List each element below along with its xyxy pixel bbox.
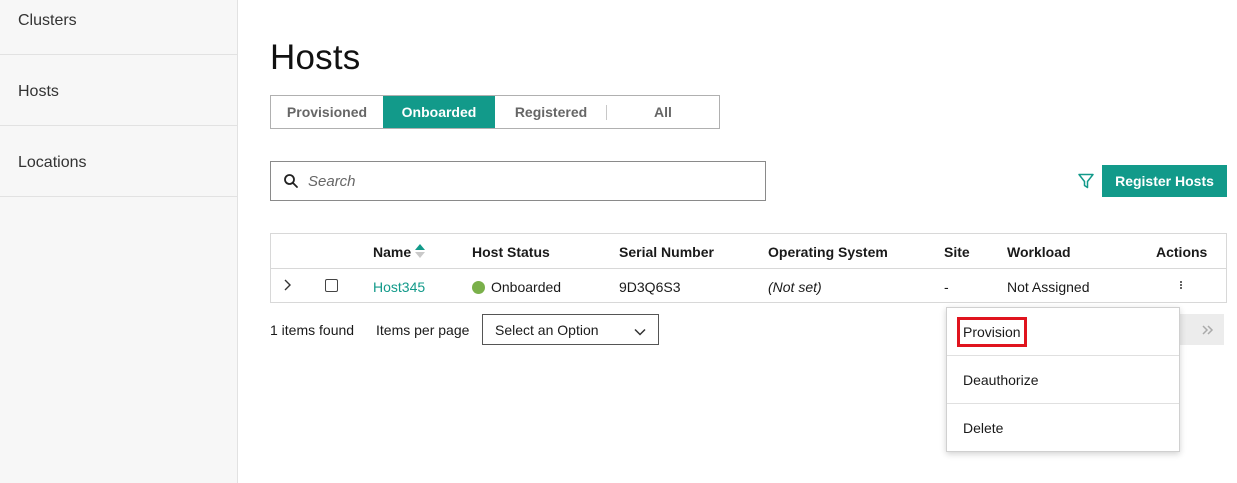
status-text: Onboarded [491,279,562,295]
sidebar-item-hosts[interactable]: Hosts [0,55,237,126]
menu-item-label: Delete [963,420,1004,436]
sidebar-item-label: Clusters [18,12,77,29]
double-chevron-right-icon [1202,324,1214,335]
tab-provisioned[interactable]: Provisioned [271,96,383,128]
column-header-actions: Actions [1156,244,1208,260]
search-icon [283,172,301,190]
sidebar-item-clusters[interactable]: Clusters [0,0,237,55]
items-per-page-label: Items per page [376,322,470,338]
tab-all[interactable]: All [607,96,719,128]
chevron-right-icon[interactable] [283,278,295,292]
sidebar-item-locations[interactable]: Locations [0,126,237,197]
sidebar: Clusters Hosts Locations [0,0,238,483]
sort-ascending-icon[interactable] [414,243,426,259]
tab-onboarded[interactable]: Onboarded [383,96,495,128]
site-cell: - [944,279,949,295]
tab-label: Registered [514,104,588,120]
menu-item-provision[interactable]: Provision [947,308,1179,356]
last-page-button[interactable] [1192,314,1224,345]
serial-number-cell: 9D3Q6S3 [619,279,681,295]
tab-registered[interactable]: Registered [495,96,607,128]
items-found-text: 1 items found [270,322,355,338]
sidebar-item-label: Locations [18,154,87,171]
column-header-site[interactable]: Site [944,244,970,260]
row-actions-menu: Provision Deauthorize Delete [946,307,1180,452]
page-title: Hosts [270,38,361,77]
items-per-page-select[interactable]: Select an Option [482,314,659,345]
host-name-link[interactable]: Host345 [373,279,425,295]
workload-cell: Not Assigned [1007,279,1090,295]
select-value: Select an Option [495,321,599,338]
row-checkbox[interactable] [325,279,338,292]
column-header-operating-system[interactable]: Operating System [768,244,888,260]
host-status-cell: Onboarded [472,279,561,295]
table-header: Name Host Status Serial Number Operating… [271,234,1226,269]
menu-item-label: Deauthorize [963,371,1039,388]
menu-item-deauthorize[interactable]: Deauthorize [947,356,1179,404]
tab-label: All [654,104,672,120]
sidebar-item-label: Hosts [18,83,59,100]
table-row: Host345 Onboarded 9D3Q6S3 (Not set) - No… [271,269,1226,303]
column-header-workload[interactable]: Workload [1007,244,1071,260]
menu-item-delete[interactable]: Delete [947,404,1179,452]
operating-system-cell: (Not set) [768,279,822,295]
status-tabs: Provisioned Onboarded Registered All [270,95,720,129]
column-header-name[interactable]: Name [373,244,426,261]
chevron-down-icon [634,324,646,336]
column-label: Name [373,244,412,260]
menu-item-label: Provision [957,316,1027,347]
column-header-host-status[interactable]: Host Status [472,244,550,260]
column-header-serial-number[interactable]: Serial Number [619,244,714,260]
register-hosts-button[interactable]: Register Hosts [1102,165,1227,197]
search-box [270,161,766,201]
tab-label: Onboarded [401,104,477,120]
status-dot-icon [472,281,485,294]
search-input[interactable] [308,172,728,190]
filter-icon[interactable] [1077,172,1095,190]
tab-label: Provisioned [286,104,368,120]
kebab-menu-icon[interactable] [1177,278,1185,292]
hosts-table: Name Host Status Serial Number Operating… [270,233,1227,303]
